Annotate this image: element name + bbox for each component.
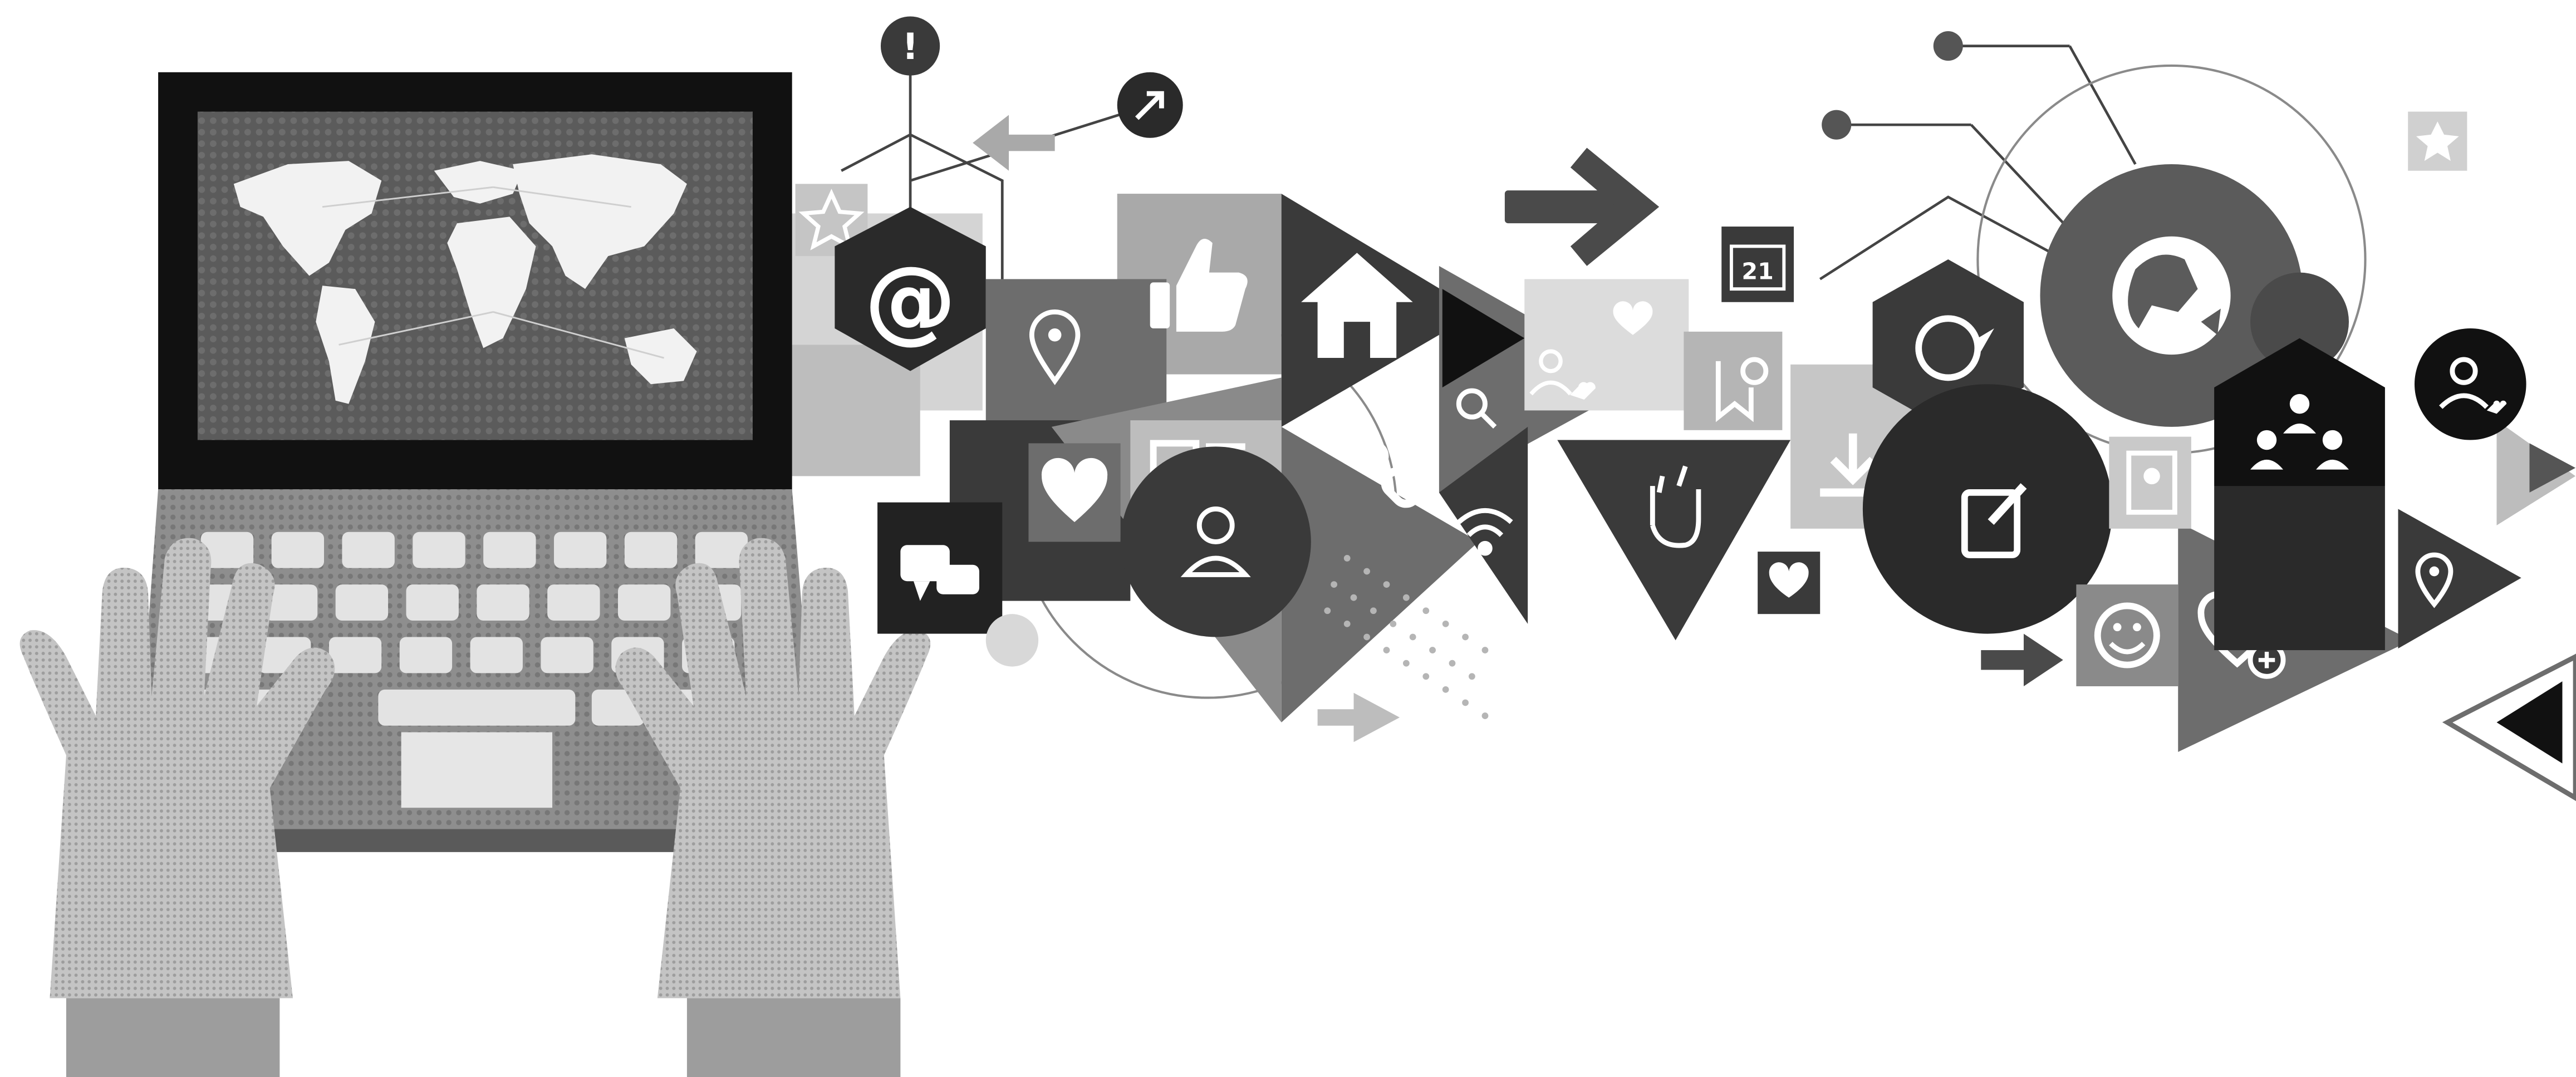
- contacts-icon: [2109, 436, 2191, 529]
- arrow-right-icon: [1317, 692, 1400, 742]
- svg-text:@: @: [864, 247, 956, 353]
- star-icon: [2408, 111, 2467, 171]
- heart-icon: [1758, 552, 1821, 614]
- small-circle: [985, 614, 1039, 667]
- calendar-icon: 21: [1721, 227, 1794, 302]
- arrow-left-icon: [973, 115, 1055, 171]
- svg-text:!: !: [902, 26, 919, 68]
- smiley-icon: [2076, 584, 2178, 686]
- connector-node: [1933, 31, 1963, 61]
- share-arrow-icon: [1117, 72, 1183, 138]
- connector-lines: [841, 45, 2137, 281]
- chat-icon: [877, 502, 1003, 634]
- trackpad: [401, 732, 553, 808]
- user-heart-icon: [2414, 328, 2526, 440]
- edit-note-icon: [1862, 384, 2113, 634]
- heart-icon: [1028, 443, 1121, 542]
- network-group-icon: [2214, 338, 2385, 651]
- alert-icon: !: [880, 16, 940, 76]
- social-network-illustration: ! @ 21: [19, 16, 2576, 1077]
- arrow-right-icon: [1504, 147, 1660, 266]
- svg-text:21: 21: [1741, 258, 1773, 284]
- arrow-right-icon: [1981, 633, 2063, 686]
- illustration-canvas: ! @ 21: [0, 0, 2576, 1077]
- connector-node: [1822, 110, 1852, 140]
- user-icon: [1120, 446, 1311, 637]
